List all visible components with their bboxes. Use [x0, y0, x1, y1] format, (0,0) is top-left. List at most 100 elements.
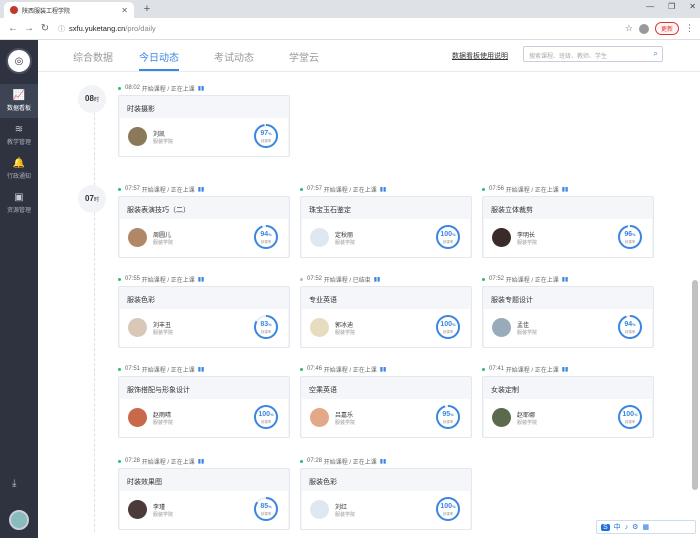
- course-item: 07:28 开始课程 / 正在上课 ▮▮ 时装效果图 李瑾 服装学院 85% 到课率: [118, 456, 290, 530]
- sidebar: ◎ 📈 数据看板 ≋ 教学管理 🔔 行政通知 ▣ 资源管理 ⤓: [0, 40, 38, 538]
- sidebar-item-resources[interactable]: ▣ 资源管理: [0, 186, 38, 220]
- url-path: /pro/daily: [125, 24, 156, 33]
- signal-icon: ▮▮: [379, 366, 387, 373]
- course-card[interactable]: 专业英语 郭冰迪 服装学院 100% 到课率: [300, 286, 472, 348]
- attendance-ring: 94% 到课率: [252, 223, 280, 251]
- main-content: 综合数据 今日动态 考试动态 学堂云 数据看板使用说明 搜索课程、班级、教师、学…: [38, 40, 700, 538]
- course-item: 07:57 开始课程 / 正在上课 ▮▮ 珠宝玉石鉴定 定秋丽 服装学院 100% 到课率: [300, 184, 472, 258]
- sidebar-item-teaching[interactable]: ≋ 教学管理: [0, 118, 38, 152]
- course-card[interactable]: 服装色彩 刘红 服装学院 100% 到课率: [300, 468, 472, 530]
- url-host: sxfu.yuketang.cn: [69, 24, 126, 33]
- tab-today[interactable]: 今日动态: [139, 49, 179, 64]
- course-teacher-row: 刘红 服装学院 100% 到课率: [302, 491, 470, 529]
- course-teacher-row: 吕嘉乐 服装学院 95% 到课率: [302, 399, 470, 437]
- teacher-avatar: [128, 318, 147, 337]
- dashboard-help-link[interactable]: 数据看板使用说明: [452, 51, 508, 61]
- top-navigation: 综合数据 今日动态 考试动态 学堂云 数据看板使用说明 搜索课程、班级、教师、学…: [38, 40, 700, 72]
- teacher-school: 服装学院: [335, 512, 356, 518]
- course-status: 开始课程 / 正在上课: [505, 367, 559, 374]
- active-tab-indicator: [139, 69, 179, 71]
- update-button[interactable]: 更新: [654, 22, 679, 35]
- status-dot: [300, 459, 303, 463]
- attendance-rate: 100%: [440, 503, 456, 510]
- course-meta: 08:02 开始课程 / 正在上课 ▮▮: [118, 83, 290, 93]
- scrollbar[interactable]: [692, 280, 698, 490]
- new-tab-button[interactable]: +: [140, 3, 154, 17]
- attendance-label: 到课率: [260, 420, 272, 424]
- course-time: 08:02: [125, 85, 141, 91]
- course-name: 服饰搭配与形象设计: [127, 387, 190, 394]
- course-card[interactable]: 时装效果图 李瑾 服装学院 85% 到课率: [118, 468, 290, 530]
- teacher-avatar: [128, 228, 147, 247]
- course-meta: 07:52 开始课程 / 已结束 ▮▮: [300, 274, 472, 284]
- course-card[interactable]: 服饰搭配与形象设计 赵雨晴 服装学院 100% 到课率: [118, 376, 290, 438]
- course-meta: 07:57 开始课程 / 正在上课 ▮▮: [300, 184, 472, 194]
- course-card[interactable]: 时装摄影 刘凯 服装学院 97% 到课率: [118, 95, 290, 157]
- info-icon[interactable]: ⓘ: [58, 24, 65, 34]
- attendance-ring: 100% 到课率: [434, 223, 462, 251]
- teacher-avatar: [310, 500, 329, 519]
- menu-icon[interactable]: ⋮: [685, 23, 694, 34]
- course-card[interactable]: 空乘英语 吕嘉乐 服装学院 95% 到课率: [300, 376, 472, 438]
- status-dot: [300, 187, 303, 191]
- minimize-icon[interactable]: —: [646, 2, 654, 11]
- close-tab-icon[interactable]: ✕: [121, 6, 128, 15]
- signal-icon: ▮▮: [561, 186, 569, 193]
- course-time: 07:52: [307, 276, 323, 282]
- download-icon[interactable]: ⤓: [12, 478, 16, 489]
- attendance-label: 到课率: [442, 420, 454, 424]
- course-card[interactable]: 服装色彩 刘丰丑 服装学院 83% 到课率: [118, 286, 290, 348]
- status-dot: [482, 277, 485, 281]
- course-status: 开始课程 / 正在上课: [505, 277, 559, 284]
- tab-exams[interactable]: 考试动态: [214, 49, 254, 64]
- reload-icon[interactable]: ↻: [38, 23, 52, 34]
- browser-tab[interactable]: 陕西服装工程学院 ✕: [4, 2, 134, 18]
- status-dot: [118, 277, 121, 281]
- sidebar-item-label: 数据看板: [6, 106, 31, 112]
- course-status: 开始课程 / 正在上课: [141, 367, 195, 374]
- teacher-name: 赵雨晴: [153, 413, 172, 419]
- course-name: 服装立体裁剪: [491, 207, 533, 214]
- course-item: 07:41 开始课程 / 正在上课 ▮▮ 女装定制 赵耶娜 服装学院 100% 到课率: [482, 364, 654, 438]
- teacher-school: 服装学院: [153, 240, 174, 246]
- tab-overview[interactable]: 综合数据: [73, 49, 113, 64]
- ime-punct-icon: ♪: [624, 523, 629, 531]
- teacher-avatar: [128, 127, 147, 146]
- course-card[interactable]: 女装定制 赵耶娜 服装学院 100% 到课率: [482, 376, 654, 438]
- sidebar-item-dashboard[interactable]: 📈 数据看板: [0, 84, 38, 118]
- teacher-avatar: [492, 228, 511, 247]
- tab-xuetangyun[interactable]: 学堂云: [289, 49, 319, 64]
- signal-icon: ▮▮: [197, 186, 205, 193]
- course-card[interactable]: 服装立体裁剪 李明长 服装学院 96% 到课率: [482, 196, 654, 258]
- browser-toolbar: ← → ↻ ⓘ sxfu.yuketang.cn /pro/daily ☆ 更新…: [0, 18, 700, 40]
- course-status: 开始课程 / 正在上课: [141, 187, 195, 194]
- course-card[interactable]: 服装表演技巧（二） 周圆儿 服装学院 94% 到课率: [118, 196, 290, 258]
- profile-avatar[interactable]: [638, 23, 649, 34]
- user-avatar[interactable]: [9, 510, 29, 530]
- sidebar-item-notice[interactable]: 🔔 行政通知: [0, 152, 38, 186]
- layers-icon: ≋: [14, 124, 24, 135]
- hour-marker: 08时: [78, 85, 106, 113]
- teacher-school: 服装学院: [335, 420, 356, 426]
- course-time: 07:57: [307, 186, 323, 192]
- course-time: 07:56: [489, 186, 505, 192]
- status-dot: [300, 367, 303, 371]
- bookmark-star-icon[interactable]: ☆: [625, 23, 633, 34]
- status-dot: [118, 459, 121, 463]
- signal-icon: ▮▮: [561, 276, 569, 283]
- ime-toolbar[interactable]: S 中 ♪ ⚙ ▦: [596, 520, 696, 534]
- course-status: 开始课程 / 正在上课: [141, 86, 195, 93]
- teacher-avatar: [128, 408, 147, 427]
- back-icon[interactable]: ←: [6, 23, 20, 34]
- course-card[interactable]: 服装专题设计 孟佳 服装学院 94% 到课率: [482, 286, 654, 348]
- close-window-icon[interactable]: ✕: [689, 2, 696, 11]
- maximize-icon[interactable]: ❐: [668, 2, 675, 11]
- search-placeholder: 搜索课程、班级、教师、学生: [529, 54, 608, 60]
- attendance-rate: 94%: [624, 321, 636, 328]
- search-input[interactable]: 搜索课程、班级、教师、学生 ⌕: [523, 46, 663, 62]
- course-card[interactable]: 珠宝玉石鉴定 定秋丽 服装学院 100% 到课率: [300, 196, 472, 258]
- forward-icon[interactable]: →: [22, 23, 36, 34]
- address-bar[interactable]: ⓘ sxfu.yuketang.cn /pro/daily: [58, 24, 625, 34]
- search-icon[interactable]: ⌕: [654, 49, 658, 59]
- course-name: 服装表演技巧（二）: [127, 207, 190, 214]
